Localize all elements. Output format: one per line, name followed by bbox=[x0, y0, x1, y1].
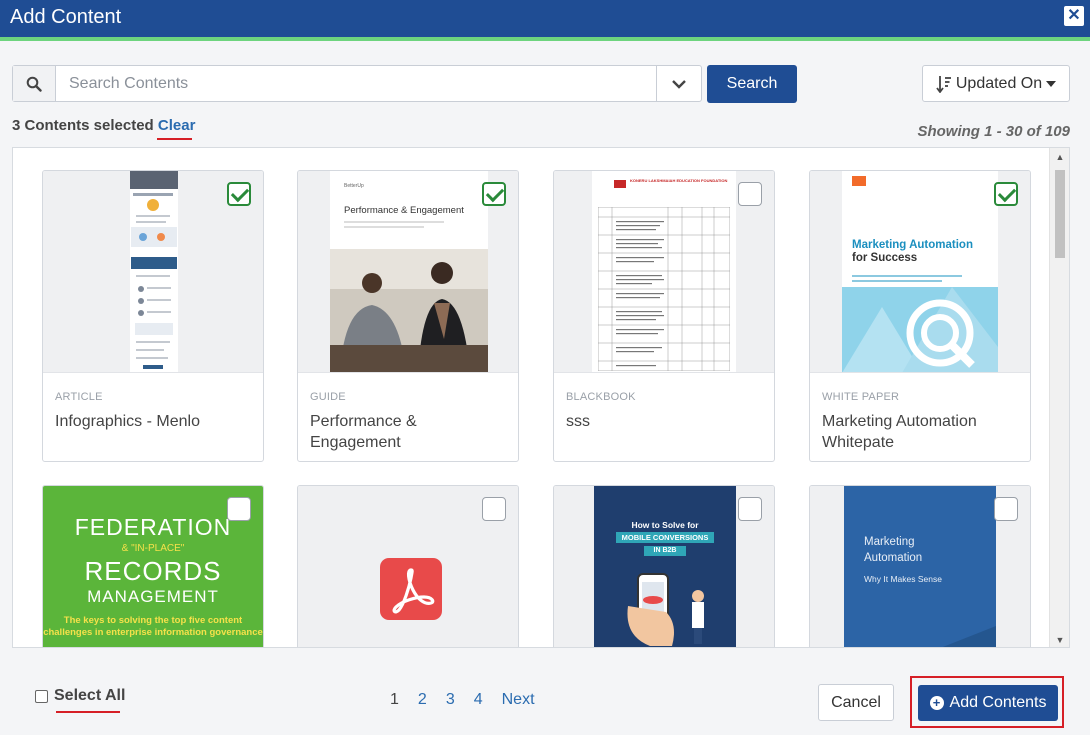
thumb-title: KONERU LAKSHMAIAH EDUCATION FOUNDATION bbox=[630, 178, 728, 183]
chevron-down-icon[interactable] bbox=[656, 66, 701, 101]
thumb-line: MOBILE CONVERSIONS bbox=[616, 532, 714, 543]
card-thumbnail: KONERU LAKSHMAIAH EDUCATION FOUNDATION bbox=[554, 171, 774, 373]
card-type: BLACKBOOK bbox=[566, 391, 636, 403]
page-2[interactable]: 2 bbox=[418, 691, 427, 709]
page-1[interactable]: 1 bbox=[390, 691, 399, 709]
clear-selection-link[interactable]: Clear bbox=[158, 117, 196, 134]
thumb-title-line1: Marketing Automation bbox=[852, 239, 973, 251]
content-card[interactable] bbox=[297, 485, 519, 647]
sort-label: Updated On bbox=[955, 74, 1043, 92]
pdf-icon bbox=[380, 558, 442, 620]
card-type: WHITE PAPER bbox=[822, 391, 900, 403]
checkbox-icon[interactable] bbox=[35, 689, 48, 703]
scroll-up-icon[interactable]: ▲ bbox=[1050, 152, 1069, 162]
close-icon[interactable]: ✕ bbox=[1064, 6, 1084, 26]
annotation-underline bbox=[56, 711, 120, 713]
results-count: Showing 1 - 30 of 109 bbox=[917, 123, 1070, 140]
dialog-header: Add Content ✕ bbox=[0, 0, 1090, 37]
thumb-line: IN B2B bbox=[644, 546, 686, 556]
add-contents-button[interactable]: + Add Contents bbox=[918, 685, 1058, 721]
cancel-button[interactable]: Cancel bbox=[818, 684, 894, 721]
card-checkbox[interactable] bbox=[994, 182, 1018, 206]
card-thumbnail: BetterUp Performance & Engagement bbox=[298, 171, 518, 373]
sort-dropdown[interactable]: Updated On bbox=[922, 65, 1070, 102]
card-thumbnail: How to Solve for MOBILE CONVERSIONS IN B… bbox=[554, 486, 774, 647]
select-all-label: Select All bbox=[54, 687, 126, 704]
card-checkbox[interactable] bbox=[738, 182, 762, 206]
card-title: Marketing Automation Whitepate bbox=[822, 413, 977, 451]
card-checkbox[interactable] bbox=[227, 497, 251, 521]
selection-count: 3 Contents selected bbox=[12, 117, 154, 134]
thumb-title-line2: for Success bbox=[852, 252, 918, 264]
selection-summary: 3 Contents selected Clear bbox=[12, 117, 195, 134]
content-card[interactable]: BetterUp Performance & Engagement GUIDE … bbox=[297, 170, 519, 462]
next-page-link[interactable]: Next bbox=[502, 691, 535, 709]
plus-circle-icon: + bbox=[929, 696, 944, 710]
card-checkbox[interactable] bbox=[482, 182, 506, 206]
card-title: Infographics - Menlo bbox=[55, 413, 200, 430]
sort-icon bbox=[936, 75, 951, 93]
search-input[interactable] bbox=[56, 66, 656, 101]
page-3[interactable]: 3 bbox=[446, 691, 455, 709]
pagination: 1 2 3 4 Next bbox=[390, 691, 535, 709]
content-card[interactable]: Marketing Automation for Success WHITE P… bbox=[809, 170, 1031, 462]
page-4[interactable]: 4 bbox=[474, 691, 483, 709]
content-card[interactable]: Marketing Automation Why It Makes Sense bbox=[809, 485, 1031, 647]
thumb-title: Performance & Engagement bbox=[344, 205, 464, 216]
card-thumbnail bbox=[298, 486, 518, 647]
card-checkbox[interactable] bbox=[482, 497, 506, 521]
thumb-brand: BetterUp bbox=[344, 183, 364, 189]
thumb-line: Automation bbox=[864, 552, 923, 564]
thumb-line: How to Solve for bbox=[631, 520, 699, 530]
dialog-title: Add Content bbox=[10, 6, 122, 28]
card-checkbox[interactable] bbox=[994, 497, 1018, 521]
content-card[interactable]: KONERU LAKSHMAIAH EDUCATION FOUNDATION B… bbox=[553, 170, 775, 462]
card-thumbnail bbox=[43, 171, 263, 373]
card-thumbnail: Marketing Automation Why It Makes Sense bbox=[810, 486, 1030, 647]
content-card[interactable]: ARTICLE Infographics - Menlo bbox=[42, 170, 264, 462]
scrollbar-thumb[interactable] bbox=[1055, 170, 1065, 258]
scrollbar[interactable]: ▲ ▼ bbox=[1049, 148, 1069, 647]
search-icon[interactable] bbox=[13, 66, 56, 101]
caret-down-icon bbox=[1046, 80, 1057, 87]
thumb-line: RECORDS bbox=[84, 556, 222, 586]
thumb-line: The keys to solving the top five content… bbox=[43, 615, 263, 638]
add-contents-label: Add Contents bbox=[949, 694, 1047, 711]
thumb-line: & "IN-PLACE" bbox=[121, 543, 185, 554]
card-type: ARTICLE bbox=[55, 391, 103, 403]
scroll-down-icon[interactable]: ▼ bbox=[1050, 635, 1069, 645]
card-type: GUIDE bbox=[310, 391, 346, 403]
content-card[interactable]: FEDERATION & "IN-PLACE" RECORDS MANAGEME… bbox=[42, 485, 264, 647]
card-title: Performance & Engagement bbox=[310, 413, 417, 451]
card-thumbnail: FEDERATION & "IN-PLACE" RECORDS MANAGEME… bbox=[43, 486, 263, 647]
search-button[interactable]: Search bbox=[707, 65, 797, 103]
content-grid: ARTICLE Infographics - Menlo BetterUp Pe… bbox=[12, 147, 1070, 648]
thumb-line: Why It Makes Sense bbox=[864, 574, 942, 584]
dialog-footer: Select All 1 2 3 4 Next Cancel + Add Con… bbox=[12, 671, 1070, 735]
annotation-underline bbox=[157, 138, 192, 140]
card-checkbox[interactable] bbox=[227, 182, 251, 206]
content-card[interactable]: How to Solve for MOBILE CONVERSIONS IN B… bbox=[553, 485, 775, 647]
thumb-line: MANAGEMENT bbox=[87, 587, 219, 606]
header-accent-line bbox=[0, 37, 1090, 41]
card-checkbox[interactable] bbox=[738, 497, 762, 521]
thumb-line: Marketing bbox=[864, 536, 915, 548]
card-title: sss bbox=[566, 413, 590, 430]
select-all-checkbox[interactable]: Select All bbox=[35, 687, 125, 705]
search-bar bbox=[12, 65, 702, 102]
card-thumbnail: Marketing Automation for Success bbox=[810, 171, 1030, 373]
